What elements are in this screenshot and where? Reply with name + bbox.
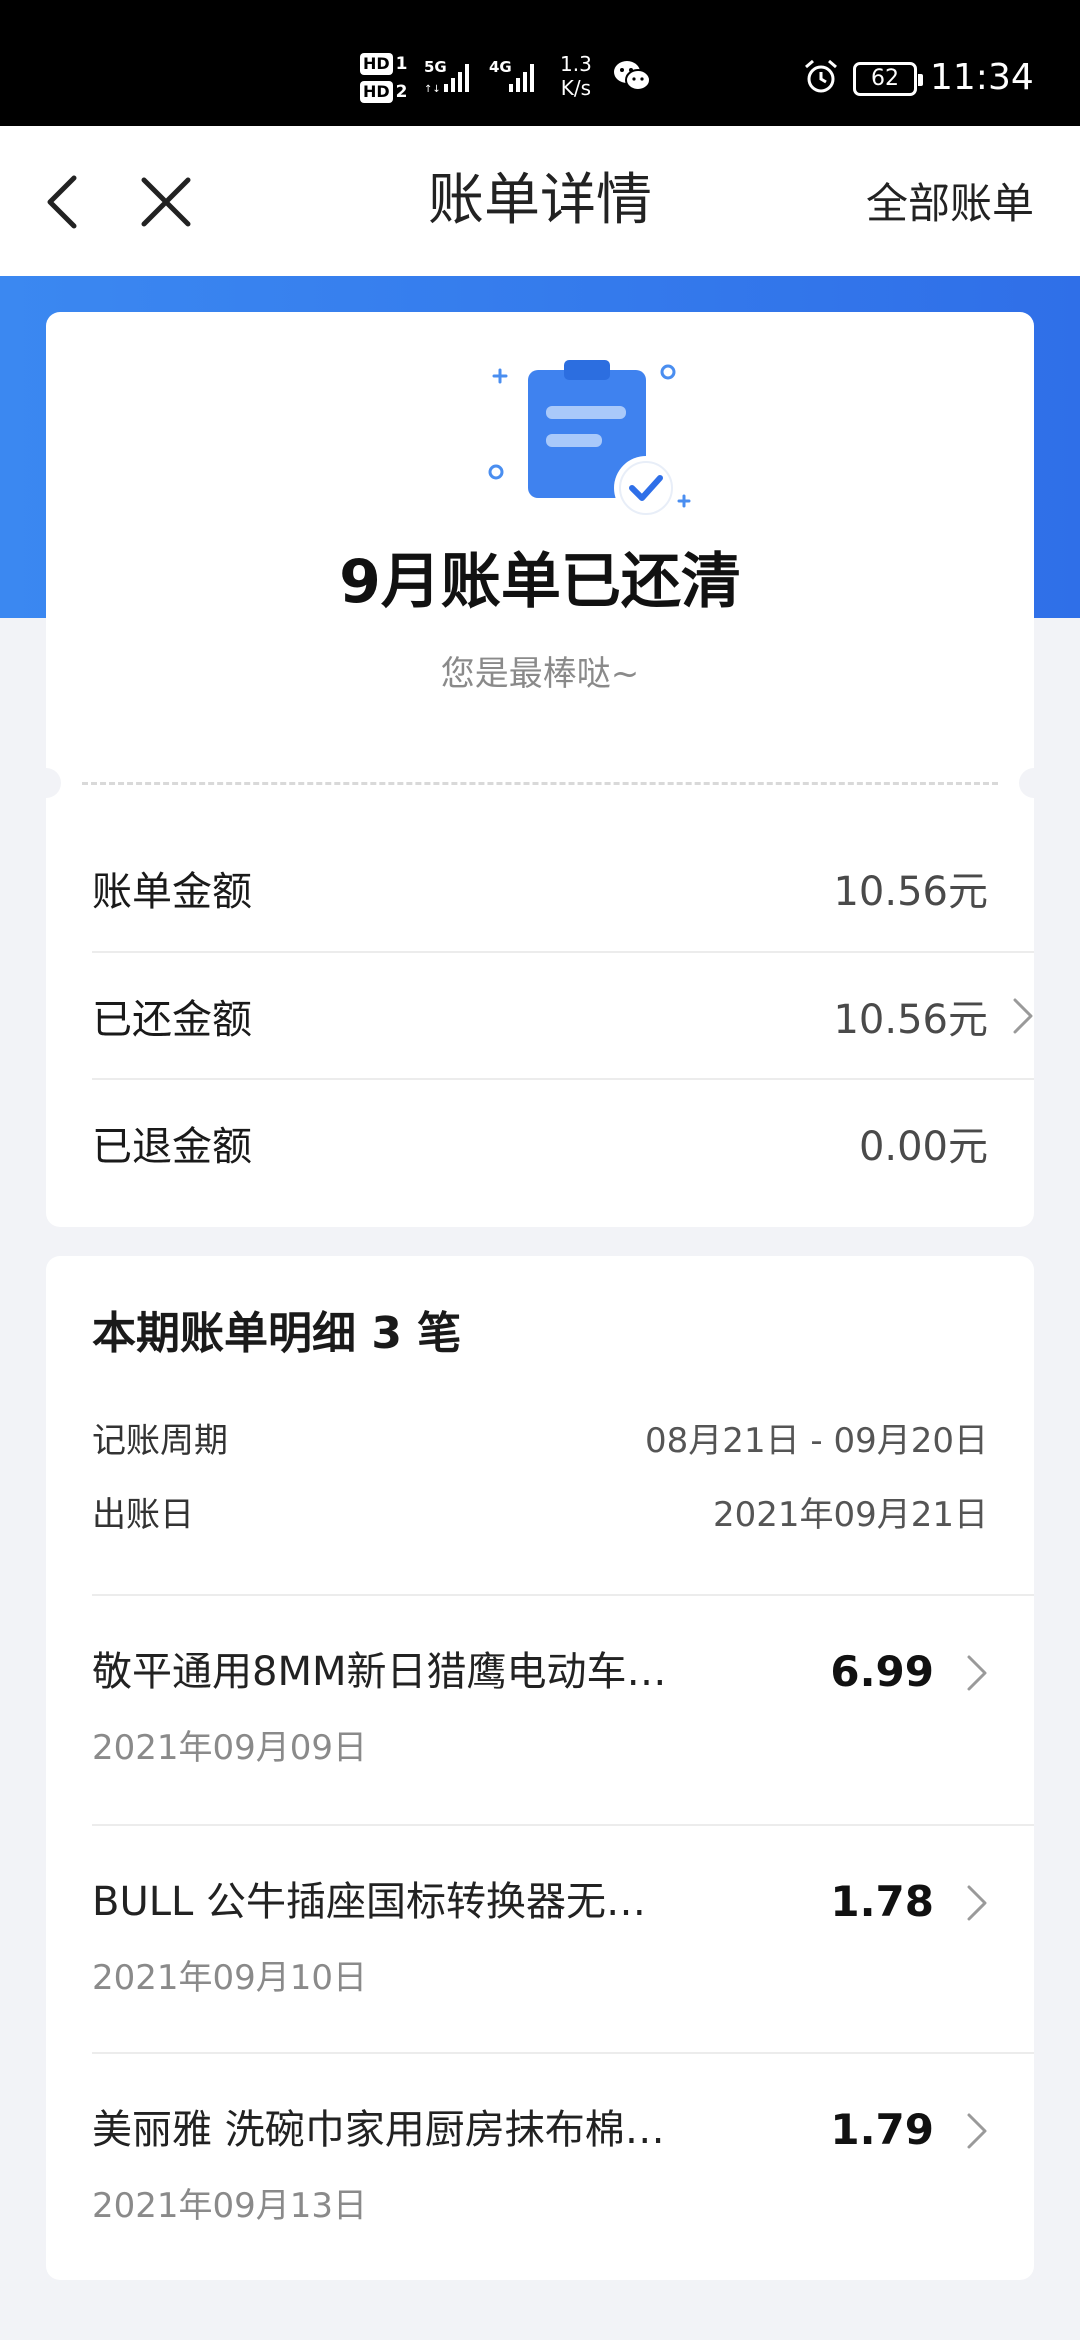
billing-day-value: 2021年09月21日 [712,1494,988,1535]
transaction-date: 2021年09月09日 [92,1728,368,1768]
transaction-item[interactable]: BULL 公牛插座国标转换器无… 1.78 2021年09月10日 [92,1824,1034,2054]
sim-number: 1 [395,54,408,74]
net-speed-value: 1.3 [560,52,592,76]
chevron-right-icon [967,1885,987,1921]
status-bar: HD 1 HD 2 5G ↑↓ 4G 1.3 K/s 62 11:34 [0,0,1080,126]
chevron-right-icon [1013,998,1033,1033]
transaction-date: 2021年09月13日 [92,2186,368,2226]
billing-period-label: 记账周期 [92,1420,228,1461]
refunded-amount-label: 已退金额 [92,1123,252,1170]
detail-title: 本期账单明细 3 笔 [92,1308,462,1359]
refunded-amount-row: 已退金额 0.00元 [92,1078,1034,1205]
bill-amount-row: 账单金额 10.56元 [92,824,1034,951]
hd-indicator: HD 1 HD 2 [360,50,416,110]
net-speed-unit: K/s [560,76,592,100]
dashed-divider [82,782,998,785]
transaction-amount: 6.99 [830,1647,934,1696]
bill-detail-card: 本期账单明细 3 笔 记账周期 08月21日 - 09月20日 出账日 2021… [46,1256,1034,2280]
svg-text:↑↓: ↑↓ [424,84,441,95]
all-bills-link[interactable]: 全部账单 [866,178,1034,230]
transaction-amount: 1.79 [830,2105,934,2154]
repaid-amount-label: 已还金额 [92,996,252,1043]
clipboard-check-icon [488,360,691,520]
bill-summary-card: 9月账单已还清 您是最棒哒~ 账单金额 10.56元 已还金额 10.56元 已… [31,312,1049,1227]
nav-bar: 账单详情 全部账单 [0,126,1080,276]
billing-day-label: 出账日 [92,1494,194,1535]
transaction-amount: 1.78 [830,1877,934,1926]
clock: 11:34 [930,57,1034,98]
alarm-icon [805,59,837,93]
hd-badge: HD [360,53,393,75]
battery-indicator: 62 [853,62,923,96]
transaction-date: 2021年09月10日 [92,1958,368,1998]
chevron-right-icon [967,2113,987,2149]
billing-day-row: 出账日 2021年09月21日 [92,1486,988,1536]
bill-amount-label: 账单金额 [92,868,252,915]
card-notch [1019,768,1049,798]
billing-period-value: 08月21日 - 09月20日 [645,1420,988,1461]
sim-number: 2 [395,82,408,102]
transaction-name: BULL 公牛插座国标转换器无… [92,1879,647,1925]
card-notch [31,768,61,798]
refunded-amount-value: 0.00元 [858,1123,988,1170]
repaid-amount-row[interactable]: 已还金额 10.56元 [92,951,1034,1078]
billing-period-row: 记账周期 08月21日 - 09月20日 [92,1412,988,1462]
transaction-name: 敬平通用8MM新日猎鹰电动车… [92,1649,667,1695]
transaction-name: 美丽雅 洗碗巾家用厨房抹布棉… [92,2107,665,2153]
transaction-item[interactable]: 美丽雅 洗碗巾家用厨房抹布棉… 1.79 2021年09月13日 [92,2052,1034,2282]
repaid-amount-value-wrap: 10.56元 [833,987,1034,1045]
hd-badge: HD [360,81,393,103]
repaid-amount-value: 10.56元 [833,996,988,1043]
bill-amount-value: 10.56元 [833,868,988,915]
chevron-right-icon [967,1655,987,1691]
bill-status-title: 9月账单已还清 [339,547,741,617]
bill-status-subtitle: 您是最棒哒~ [440,654,640,694]
network-speed: 1.3 K/s [560,52,592,100]
wechat-icon [614,61,651,91]
transaction-item[interactable]: 敬平通用8MM新日猎鹰电动车… 6.99 2021年09月09日 [92,1594,1034,1824]
